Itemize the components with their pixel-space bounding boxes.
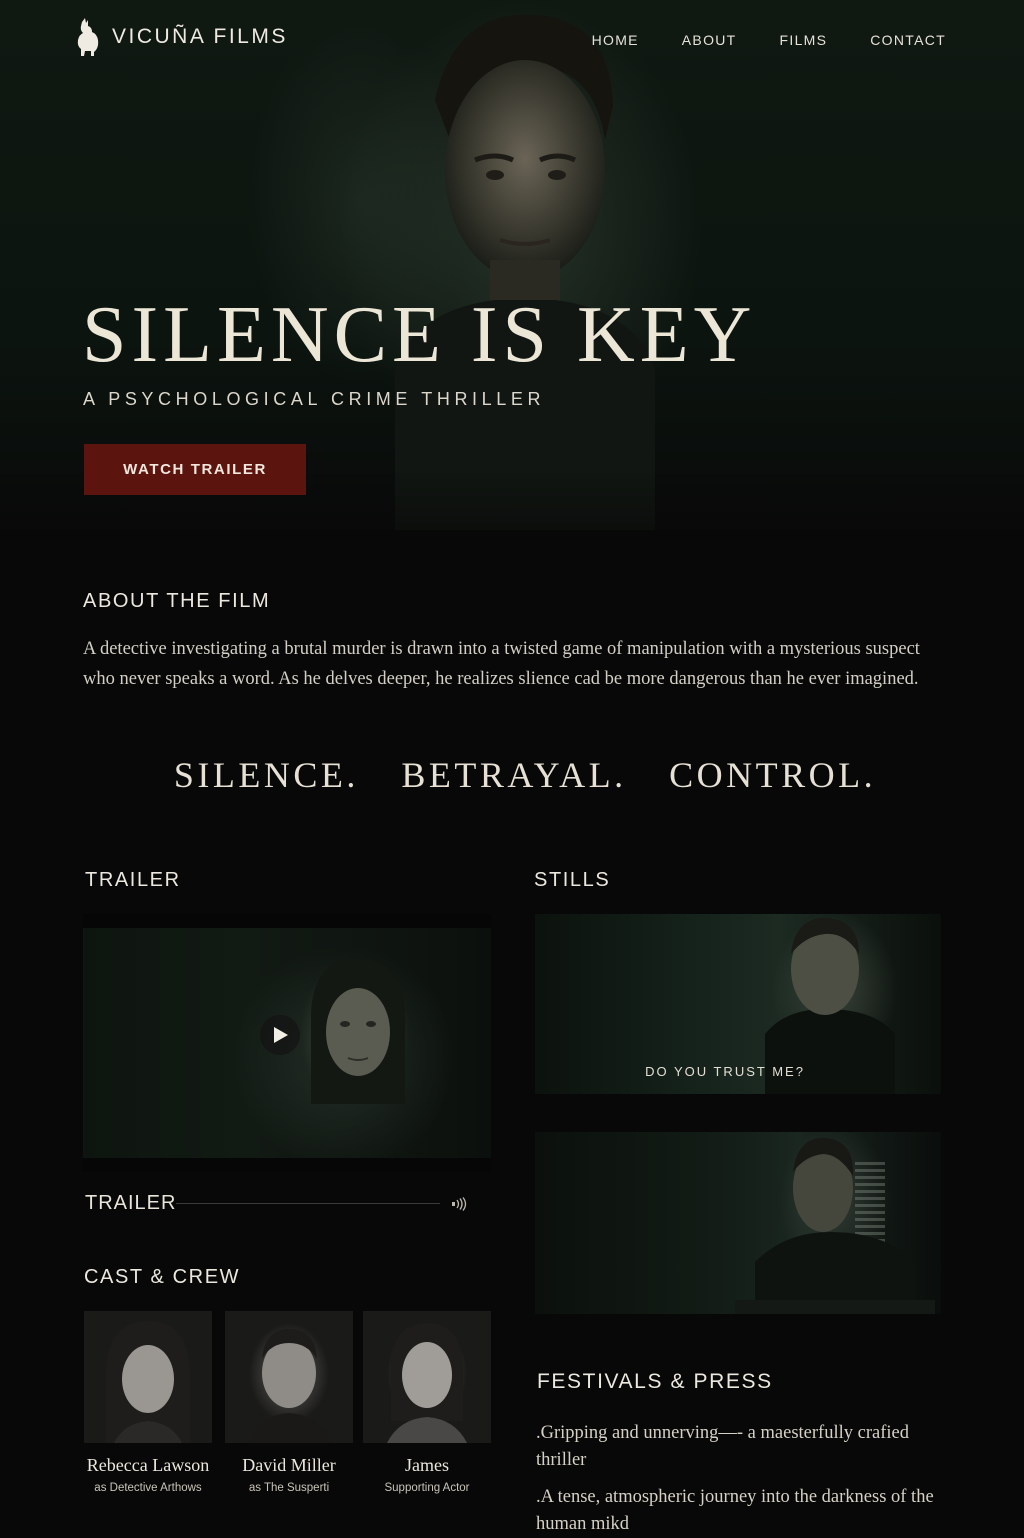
trailer-video[interactable] bbox=[83, 914, 491, 1172]
portrait-image bbox=[387, 1323, 467, 1443]
cast-name: Rebecca Lawson bbox=[86, 1455, 210, 1475]
cast-card[interactable]: David Miller as The Susperti bbox=[225, 1311, 353, 1494]
tagline-word: CONTROL. bbox=[669, 755, 877, 795]
watch-trailer-button[interactable]: WATCH TRAILER bbox=[84, 444, 306, 495]
cast-photo bbox=[363, 1311, 491, 1443]
volume-icon[interactable] bbox=[451, 1197, 469, 1211]
cast-name: James bbox=[405, 1455, 449, 1475]
nav-contact[interactable]: CONTACT bbox=[870, 32, 946, 48]
brand-name: VICUÑA FILMS bbox=[112, 25, 288, 48]
still-caption: DO YOU TRUST ME? bbox=[645, 1064, 805, 1079]
nav-films[interactable]: FILMS bbox=[780, 32, 828, 48]
vicuna-logo-icon bbox=[77, 18, 99, 56]
still-image-2[interactable] bbox=[535, 1132, 941, 1314]
hero-actor-image bbox=[395, 14, 655, 530]
nav-links: HOME ABOUT FILMS CONTACT bbox=[549, 32, 946, 48]
tagline-word: BETRAYAL. bbox=[401, 755, 627, 795]
nav-about[interactable]: ABOUT bbox=[682, 32, 737, 48]
trailer-heading: TRAILER bbox=[85, 869, 181, 891]
trailer-actress-image bbox=[311, 959, 405, 1104]
portrait-image bbox=[247, 1329, 331, 1443]
trailer-progress-bar[interactable] bbox=[176, 1203, 440, 1204]
press-quote: .A tense, atmospheric journey into the d… bbox=[536, 1487, 934, 1534]
tagline-word: SILENCE. bbox=[173, 755, 359, 795]
cast-name: David Miller bbox=[242, 1455, 336, 1475]
still-actor-image bbox=[735, 1137, 935, 1314]
play-button[interactable] bbox=[260, 1015, 300, 1055]
brand-logo[interactable]: VICUÑA FILMS bbox=[72, 18, 288, 56]
cast-photo bbox=[84, 1311, 212, 1443]
film-subtitle: A PSYCHOLOGICAL CRIME THRILLER bbox=[83, 389, 546, 409]
cast-card[interactable]: James Supporting Actor bbox=[363, 1311, 491, 1494]
portrait-image bbox=[106, 1321, 190, 1443]
cast-heading: CAST & CREW bbox=[84, 1266, 241, 1288]
cast-role: as Detective Arthows bbox=[94, 1482, 202, 1494]
still-image-1[interactable]: DO YOU TRUST ME? bbox=[535, 914, 941, 1094]
play-icon bbox=[274, 1027, 288, 1043]
top-nav: VICUÑA FILMS HOME ABOUT FILMS CONTACT bbox=[0, 0, 1024, 84]
cast-photo bbox=[225, 1311, 353, 1443]
cast-role: as The Susperti bbox=[248, 1482, 330, 1494]
nav-home[interactable]: HOME bbox=[592, 32, 639, 48]
stills-heading: STILLS bbox=[534, 869, 611, 891]
tagline: SILENCE. BETRAYAL. CONTROL. bbox=[0, 754, 1024, 796]
press-heading: FESTIVALS & PRESS bbox=[537, 1370, 773, 1393]
press-quote: .Gripping and unnerving—- a maesterfully… bbox=[536, 1423, 909, 1470]
trailer-bar-label: TRAILER bbox=[85, 1192, 177, 1214]
cast-card[interactable]: Rebecca Lawson as Detective Arthows bbox=[84, 1311, 212, 1494]
about-heading: ABOUT THE FILM bbox=[83, 590, 271, 612]
about-text: A detective investigating a brutal murde… bbox=[83, 639, 920, 689]
cast-role: Supporting Actor bbox=[384, 1482, 470, 1494]
film-title: SILENCE IS KEY bbox=[82, 291, 757, 379]
